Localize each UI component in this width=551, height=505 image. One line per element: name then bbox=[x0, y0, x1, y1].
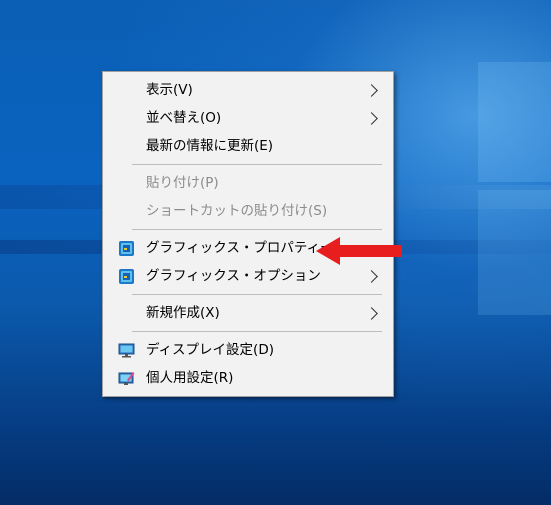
menu-item-label: グラフィックス・オプション bbox=[146, 268, 321, 284]
personalize-icon bbox=[118, 370, 135, 387]
menu-item-sort[interactable]: 並べ替え(O) bbox=[104, 105, 392, 132]
menu-separator bbox=[132, 331, 382, 332]
menu-separator bbox=[132, 294, 382, 295]
menu-item-label: ショートカットの貼り付け(S) bbox=[146, 203, 328, 219]
menu-item-paste: 貼り付け(P) bbox=[104, 170, 392, 197]
intel-graphics-icon bbox=[118, 240, 135, 257]
intel-graphics-icon bbox=[118, 268, 135, 285]
menu-item-refresh[interactable]: 最新の情報に更新(E) bbox=[104, 133, 392, 160]
menu-item-paste-shortcut: ショートカットの貼り付け(S) bbox=[104, 198, 392, 225]
menu-item-label: 最新の情報に更新(E) bbox=[146, 138, 274, 154]
menu-item-label: ディスプレイ設定(D) bbox=[146, 342, 274, 358]
menu-separator bbox=[132, 164, 382, 165]
menu-item-graphics-options[interactable]: グラフィックス・オプション bbox=[104, 263, 392, 290]
menu-item-label: 貼り付け(P) bbox=[146, 175, 219, 191]
menu-separator bbox=[132, 229, 382, 230]
menu-item-view[interactable]: 表示(V) bbox=[104, 77, 392, 104]
menu-item-new[interactable]: 新規作成(X) bbox=[104, 300, 392, 327]
chevron-right-icon bbox=[365, 307, 378, 320]
menu-item-label: 表示(V) bbox=[146, 82, 193, 98]
chevron-right-icon bbox=[365, 84, 378, 97]
display-settings-icon bbox=[118, 342, 135, 359]
desktop-context-menu: 表示(V) 並べ替え(O) 最新の情報に更新(E) 貼り付け(P) ショートカッ… bbox=[102, 71, 394, 397]
windows-logo-wallpaper bbox=[478, 62, 551, 392]
menu-item-label: 新規作成(X) bbox=[146, 305, 220, 321]
chevron-right-icon bbox=[365, 270, 378, 283]
menu-item-display-settings[interactable]: ディスプレイ設定(D) bbox=[104, 337, 392, 364]
chevron-right-icon bbox=[365, 112, 378, 125]
menu-item-personalize[interactable]: 個人用設定(R) bbox=[104, 365, 392, 392]
menu-item-label: 並べ替え(O) bbox=[146, 110, 222, 126]
menu-item-label: 個人用設定(R) bbox=[146, 370, 234, 386]
red-arrow-icon bbox=[316, 237, 402, 265]
